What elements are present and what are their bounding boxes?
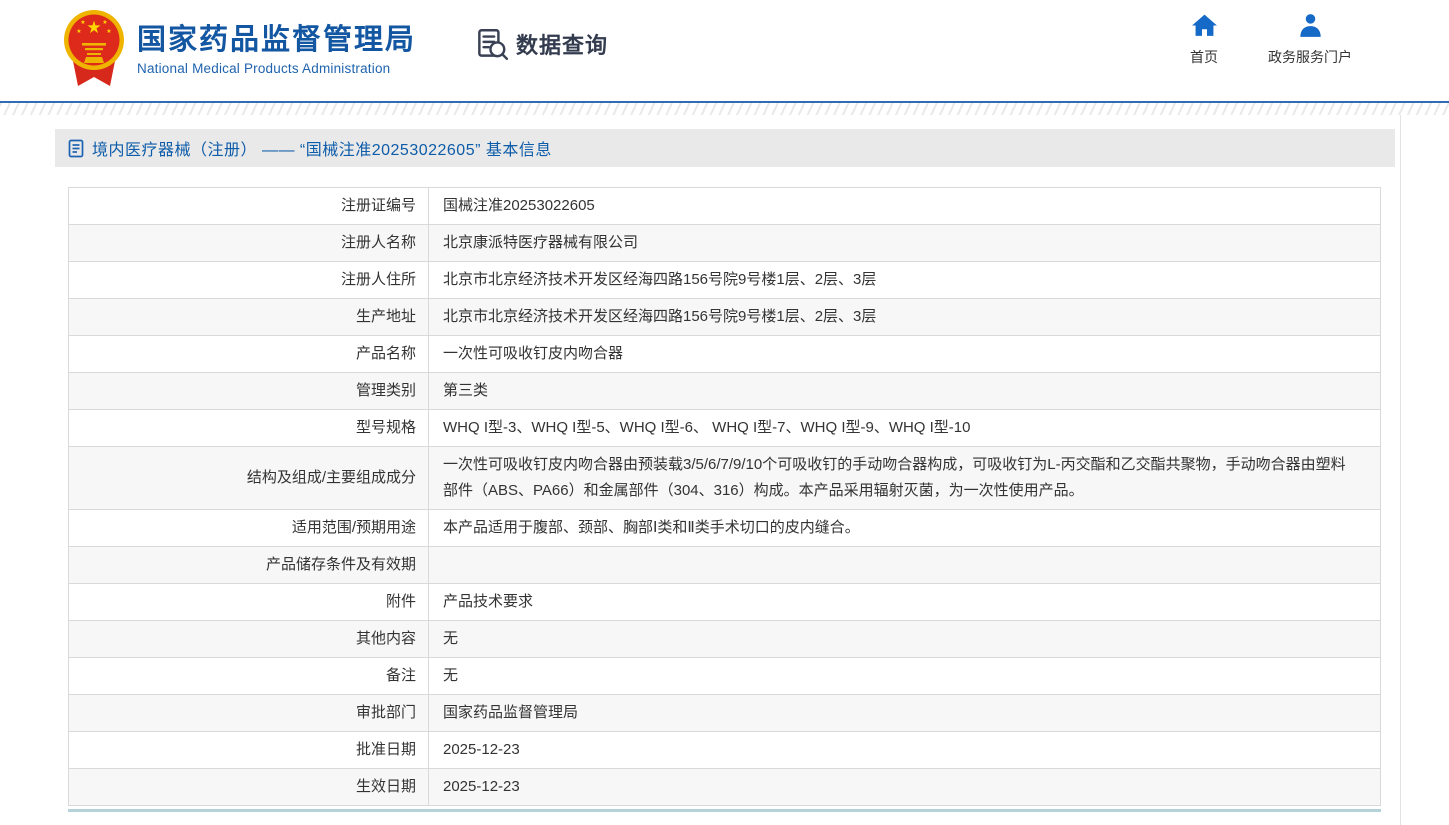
nav-item-home[interactable]: 首页	[1190, 13, 1218, 67]
field-value: 第三类	[429, 373, 1381, 410]
home-icon	[1191, 13, 1218, 38]
page-titlebar: 境内医疗器械（注册） —— “国械注准20253022605” 基本信息	[55, 129, 1395, 167]
field-value: 北京市北京经济技术开发区经海四路156号院9号楼1层、2层、3层	[429, 299, 1381, 336]
field-value: 产品技术要求	[429, 584, 1381, 621]
svg-text:★: ★	[80, 19, 85, 26]
table-row: 其他内容 无	[69, 621, 1381, 658]
field-value: 无	[429, 621, 1381, 658]
user-icon	[1297, 13, 1324, 38]
field-label: 适用范围/预期用途	[69, 510, 429, 547]
nav-item-label: 首页	[1190, 47, 1218, 67]
field-label: 产品名称	[69, 336, 429, 373]
svg-text:★: ★	[86, 18, 101, 37]
national-emblem-icon: ★ ★ ★ ★ ★	[63, 6, 125, 94]
site-title-en: National Medical Products Administration	[137, 61, 416, 76]
table-row: 注册证编号 国械注准20253022605	[69, 188, 1381, 225]
field-value: 一次性可吸收钉皮内吻合器	[429, 336, 1381, 373]
field-value: 国械注准20253022605	[429, 188, 1381, 225]
nav-item-service-portal[interactable]: 政务服务门户	[1268, 13, 1352, 67]
field-value: 北京康派特医疗器械有限公司	[429, 225, 1381, 262]
field-value: WHQ I型-3、WHQ I型-5、WHQ I型-6、 WHQ I型-7、WHQ…	[429, 410, 1381, 447]
table-row: 注册人住所 北京市北京经济技术开发区经海四路156号院9号楼1层、2层、3层	[69, 262, 1381, 299]
table-row: 产品储存条件及有效期	[69, 547, 1381, 584]
field-value: 2025-12-23	[429, 769, 1381, 806]
next-row-partial	[68, 809, 1381, 812]
page-title: 境内医疗器械（注册） —— “国械注准20253022605” 基本信息	[92, 136, 552, 160]
site-logo[interactable]: ★ ★ ★ ★ ★ 国家药品监督管理局 National Medical Pro…	[63, 6, 416, 94]
field-value: 一次性可吸收钉皮内吻合器由预装载3/5/6/7/9/10个可吸收钉的手动吻合器构…	[429, 447, 1381, 510]
field-value: 本产品适用于腹部、颈部、胸部Ⅰ类和Ⅱ类手术切口的皮内缝合。	[429, 510, 1381, 547]
field-label: 注册人住所	[69, 262, 429, 299]
svg-text:★: ★	[106, 28, 111, 35]
field-label: 注册证编号	[69, 188, 429, 225]
table-row: 结构及组成/主要组成成分 一次性可吸收钉皮内吻合器由预装载3/5/6/7/9/1…	[69, 447, 1381, 510]
top-nav: 首页 政务服务门户	[1190, 13, 1352, 67]
field-value: 2025-12-23	[429, 732, 1381, 769]
table-row: 批准日期 2025-12-23	[69, 732, 1381, 769]
field-value: 国家药品监督管理局	[429, 695, 1381, 732]
data-query-section[interactable]: 数据查询	[473, 26, 608, 62]
table-row: 附件 产品技术要求	[69, 584, 1381, 621]
table-row: 型号规格 WHQ I型-3、WHQ I型-5、WHQ I型-6、 WHQ I型-…	[69, 410, 1381, 447]
field-value	[429, 547, 1381, 584]
field-label: 附件	[69, 584, 429, 621]
field-label: 其他内容	[69, 621, 429, 658]
data-query-label: 数据查询	[516, 28, 608, 60]
field-label: 注册人名称	[69, 225, 429, 262]
content-right-divider	[1400, 115, 1401, 825]
nav-item-label: 政务服务门户	[1268, 47, 1352, 67]
registration-info-table: 注册证编号 国械注准20253022605 注册人名称 北京康派特医疗器械有限公…	[68, 187, 1381, 812]
field-label: 管理类别	[69, 373, 429, 410]
document-icon	[68, 139, 84, 158]
site-title-zh: 国家药品监督管理局	[137, 24, 416, 57]
field-label: 产品储存条件及有效期	[69, 547, 429, 584]
table-row: 管理类别 第三类	[69, 373, 1381, 410]
document-search-icon	[473, 26, 509, 62]
field-label: 生产地址	[69, 299, 429, 336]
field-value: 无	[429, 658, 1381, 695]
field-label: 结构及组成/主要组成成分	[69, 447, 429, 510]
table-row: 注册人名称 北京康派特医疗器械有限公司	[69, 225, 1381, 262]
table-row: 产品名称 一次性可吸收钉皮内吻合器	[69, 336, 1381, 373]
table-row: 审批部门 国家药品监督管理局	[69, 695, 1381, 732]
field-label: 生效日期	[69, 769, 429, 806]
field-label: 批准日期	[69, 732, 429, 769]
svg-text:★: ★	[102, 19, 107, 26]
svg-text:★: ★	[76, 28, 81, 35]
field-value: 北京市北京经济技术开发区经海四路156号院9号楼1层、2层、3层	[429, 262, 1381, 299]
table-row: 适用范围/预期用途 本产品适用于腹部、颈部、胸部Ⅰ类和Ⅱ类手术切口的皮内缝合。	[69, 510, 1381, 547]
table-row: 生产地址 北京市北京经济技术开发区经海四路156号院9号楼1层、2层、3层	[69, 299, 1381, 336]
field-label: 型号规格	[69, 410, 429, 447]
table-row: 备注 无	[69, 658, 1381, 695]
site-header: ★ ★ ★ ★ ★ 国家药品监督管理局 National Medical Pro…	[0, 0, 1449, 101]
field-label: 备注	[69, 658, 429, 695]
table-row: 生效日期 2025-12-23	[69, 769, 1381, 806]
field-label: 审批部门	[69, 695, 429, 732]
info-table-body: 注册证编号 国械注准20253022605 注册人名称 北京康派特医疗器械有限公…	[69, 188, 1381, 806]
hatch-band	[0, 103, 1449, 115]
